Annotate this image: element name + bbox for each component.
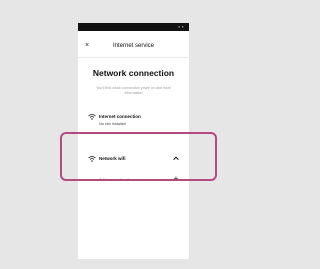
wifi-icon xyxy=(88,114,96,120)
highlight-frame xyxy=(60,132,217,181)
internet-connection-status: No sim installed xyxy=(99,122,126,126)
header-title: Internet service xyxy=(112,43,155,49)
header-divider xyxy=(78,57,189,58)
page-description: You'll find which connection youre on an… xyxy=(96,86,171,95)
page-title: Network connection xyxy=(92,68,175,78)
status-bar: ▪ ▪ xyxy=(78,23,189,31)
close-icon[interactable]: × xyxy=(82,41,92,51)
internet-connection-title: Internet connection xyxy=(99,114,141,119)
status-indicators: ▪ ▪ xyxy=(178,24,184,29)
